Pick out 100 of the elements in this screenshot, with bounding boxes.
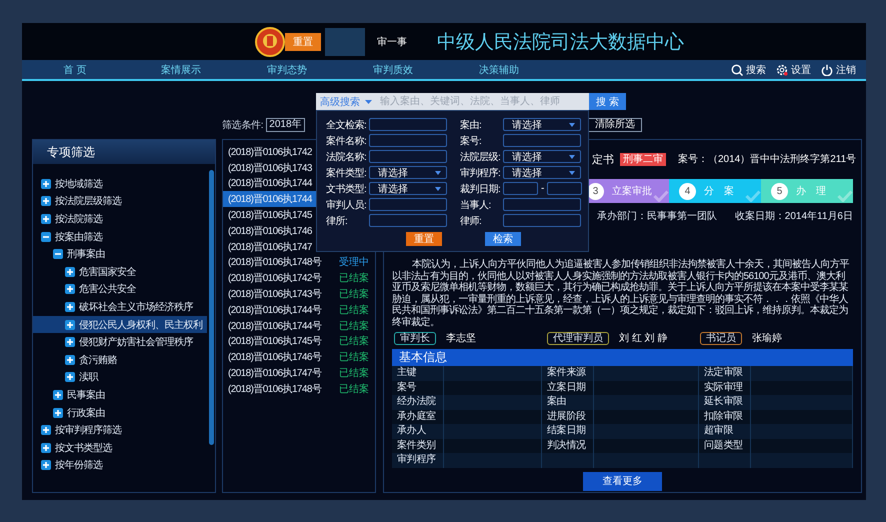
case-row[interactable]: (2018)晋0106执1746号 已结案 bbox=[223, 349, 375, 366]
select-placeholder: 请选择 bbox=[512, 118, 542, 132]
field-label: 法院层级: bbox=[460, 150, 502, 164]
field-label: 案件类型: bbox=[326, 166, 368, 180]
step-label: 立案审批 bbox=[612, 184, 652, 198]
case-row[interactable]: (2018)晋0106执1744号 已结案 bbox=[223, 318, 375, 334]
expand-icon bbox=[65, 284, 75, 294]
field-label: 当事人: bbox=[460, 198, 492, 212]
expand-icon bbox=[41, 196, 51, 206]
tree-item[interactable]: 刑事案由 bbox=[33, 245, 207, 263]
date-field[interactable] bbox=[547, 182, 582, 195]
tree-item[interactable]: 按年份筛选 bbox=[33, 456, 207, 474]
judgment-text: 本院认为，上诉人向方平伙同他人为追逼被害人参加传销组织非法拘禁被害人十余天，其间被告人向方平以非法占有为目的，伙同他人以对被害人人身实施强制的方法劫取被害人银行卡内的56100元及港币、澳大利亚币及索尼微单相机等财物，数额巨大，其行为确已构成抢劫罪。关于上诉人向方平所提该在本案中受李某某胁迫，属从犯，一审量刑重的上诉意见，经查，上诉人的上诉意见与审理查明的事实不符．．．依照《中华人民共和国刑事诉讼法》第二百二十五条第一款第（一）项之规定，裁定如下：驳回上诉，维持原判。本裁定为终审裁定。 bbox=[392, 259, 850, 328]
caret-icon bbox=[365, 100, 372, 104]
search-link[interactable]: 搜索 bbox=[731, 62, 766, 76]
expand-icon bbox=[65, 354, 75, 365]
input-field[interactable] bbox=[369, 198, 447, 211]
check-icon bbox=[653, 190, 669, 202]
case-status: 已结案 bbox=[339, 320, 369, 333]
caret-icon bbox=[569, 154, 575, 158]
tree-item[interactable]: 按地域筛选 bbox=[33, 175, 207, 193]
nav-tab[interactable]: 首 页 bbox=[22, 62, 128, 76]
collapse-icon bbox=[41, 232, 51, 242]
case-number: (2018)晋0106执1743号 bbox=[228, 288, 322, 302]
tree-item[interactable]: 按法院筛选 bbox=[33, 210, 207, 228]
input-field[interactable] bbox=[503, 134, 581, 147]
caret-icon bbox=[569, 170, 575, 174]
case-number: (2018)晋0106执1745号 bbox=[228, 334, 322, 348]
select-field[interactable]: 请选择 bbox=[369, 182, 447, 195]
tree-item[interactable]: 按文书类型选 bbox=[33, 438, 207, 456]
expand-icon bbox=[41, 214, 51, 224]
tree-item[interactable]: 渎职 bbox=[33, 368, 207, 386]
filter-label: 筛选条件: bbox=[222, 118, 264, 132]
search-button[interactable]: 搜 索 bbox=[589, 93, 626, 110]
case-row[interactable]: (2018)晋0106执1742号 已结案 bbox=[223, 270, 375, 286]
nav-tab[interactable]: 决策辅助 bbox=[446, 62, 552, 76]
tree-item[interactable]: 侵犯公民人身权利、民主权利 bbox=[33, 316, 207, 334]
select-placeholder: 请选择 bbox=[512, 150, 542, 164]
input-field[interactable] bbox=[503, 198, 581, 211]
nav-tab[interactable]: 审判质效 bbox=[340, 62, 446, 76]
judge-name: 李志坚 bbox=[446, 332, 476, 345]
tree-item[interactable]: 行政案由 bbox=[33, 404, 207, 422]
select-field[interactable]: 请选择 bbox=[503, 118, 581, 131]
case-number: (2018)晋0106执1748号 bbox=[228, 256, 322, 270]
step-label: 办 理 bbox=[796, 184, 826, 198]
input-field[interactable] bbox=[369, 214, 447, 227]
tree-item[interactable]: 按案由筛选 bbox=[33, 228, 207, 246]
tree-item[interactable]: 按审判程序筛选 bbox=[33, 421, 207, 439]
case-number: (2018)晋0106执1744号 bbox=[228, 320, 322, 333]
role-tag: 代理审判员 bbox=[547, 332, 609, 344]
case-number: (2018)晋0106执1748号 bbox=[228, 382, 322, 396]
case-status: 已结案 bbox=[339, 334, 369, 348]
expand-icon bbox=[41, 442, 51, 453]
field-label: 全文检索: bbox=[326, 118, 368, 132]
settings-link[interactable]: 设置 bbox=[776, 62, 811, 76]
select-placeholder: 请选择 bbox=[512, 166, 542, 180]
expand-icon bbox=[53, 390, 63, 400]
tree-item[interactable]: 破坏社会主义市场经济秩序 bbox=[33, 298, 207, 316]
field-label: 案件名称: bbox=[326, 134, 368, 148]
field-label: 律师: bbox=[460, 214, 482, 228]
search-icon bbox=[731, 64, 743, 76]
input-field[interactable] bbox=[369, 118, 447, 131]
caret-icon bbox=[435, 186, 441, 190]
field-label: 裁判日期: bbox=[460, 182, 502, 196]
tree-item[interactable]: 危害公共安全 bbox=[33, 280, 207, 298]
input-field[interactable] bbox=[369, 134, 447, 147]
judge-name: 张瑜婷 bbox=[752, 332, 782, 345]
tree-item[interactable]: 危害国家安全 bbox=[33, 262, 207, 281]
nav-tab[interactable]: 案情展示 bbox=[128, 62, 234, 76]
expand-icon bbox=[65, 266, 75, 277]
field-label: 审判程序: bbox=[460, 166, 502, 180]
case-row[interactable]: (2018)晋0106执1748号 受理中 bbox=[223, 254, 375, 270]
tree-item[interactable]: 按法院层级筛选 bbox=[33, 192, 207, 210]
scrollbar[interactable] bbox=[209, 170, 214, 445]
expand-icon bbox=[65, 320, 75, 330]
select-field[interactable]: 请选择 bbox=[503, 166, 581, 179]
nav-tab[interactable]: 审判态势 bbox=[234, 62, 340, 76]
logout-link[interactable]: 注销 bbox=[821, 62, 856, 76]
tree-item[interactable]: 侵犯财产妨害社会管理秩序 bbox=[33, 333, 207, 351]
case-number: (2018)晋0106执1747 bbox=[228, 240, 312, 254]
case-row[interactable]: (2018)晋0106执1745号 已结案 bbox=[223, 334, 375, 350]
case-row[interactable]: (2018)晋0106执1743号 已结案 bbox=[223, 286, 375, 302]
field-label: 案号: bbox=[460, 134, 482, 148]
input-field[interactable] bbox=[369, 150, 447, 163]
search-field[interactable]: 输入案由、关键词、法院、当事人、律师 bbox=[380, 93, 589, 110]
expand-icon bbox=[53, 408, 63, 418]
input-field[interactable] bbox=[503, 214, 581, 227]
case-row[interactable]: (2018)晋0106执1747号 已结案 bbox=[223, 365, 375, 381]
select-field[interactable]: 请选择 bbox=[503, 150, 581, 163]
select-field[interactable]: 请选择 bbox=[369, 166, 447, 179]
tree-item[interactable]: 民事案由 bbox=[33, 386, 207, 404]
expand-icon bbox=[41, 460, 51, 470]
submit-button[interactable]: 检索 bbox=[485, 232, 521, 246]
expand-icon bbox=[65, 302, 75, 312]
tree-item[interactable]: 贪污贿赂 bbox=[33, 350, 207, 369]
case-row[interactable]: (2018)晋0106执1748号 已结案 bbox=[223, 380, 375, 397]
filter-chip[interactable]: 2018年 bbox=[266, 118, 305, 132]
case-row[interactable]: (2018)晋0106执1744号 已结案 bbox=[223, 302, 375, 318]
more-button[interactable]: 查看更多 bbox=[583, 472, 662, 490]
date-field[interactable] bbox=[503, 182, 538, 195]
